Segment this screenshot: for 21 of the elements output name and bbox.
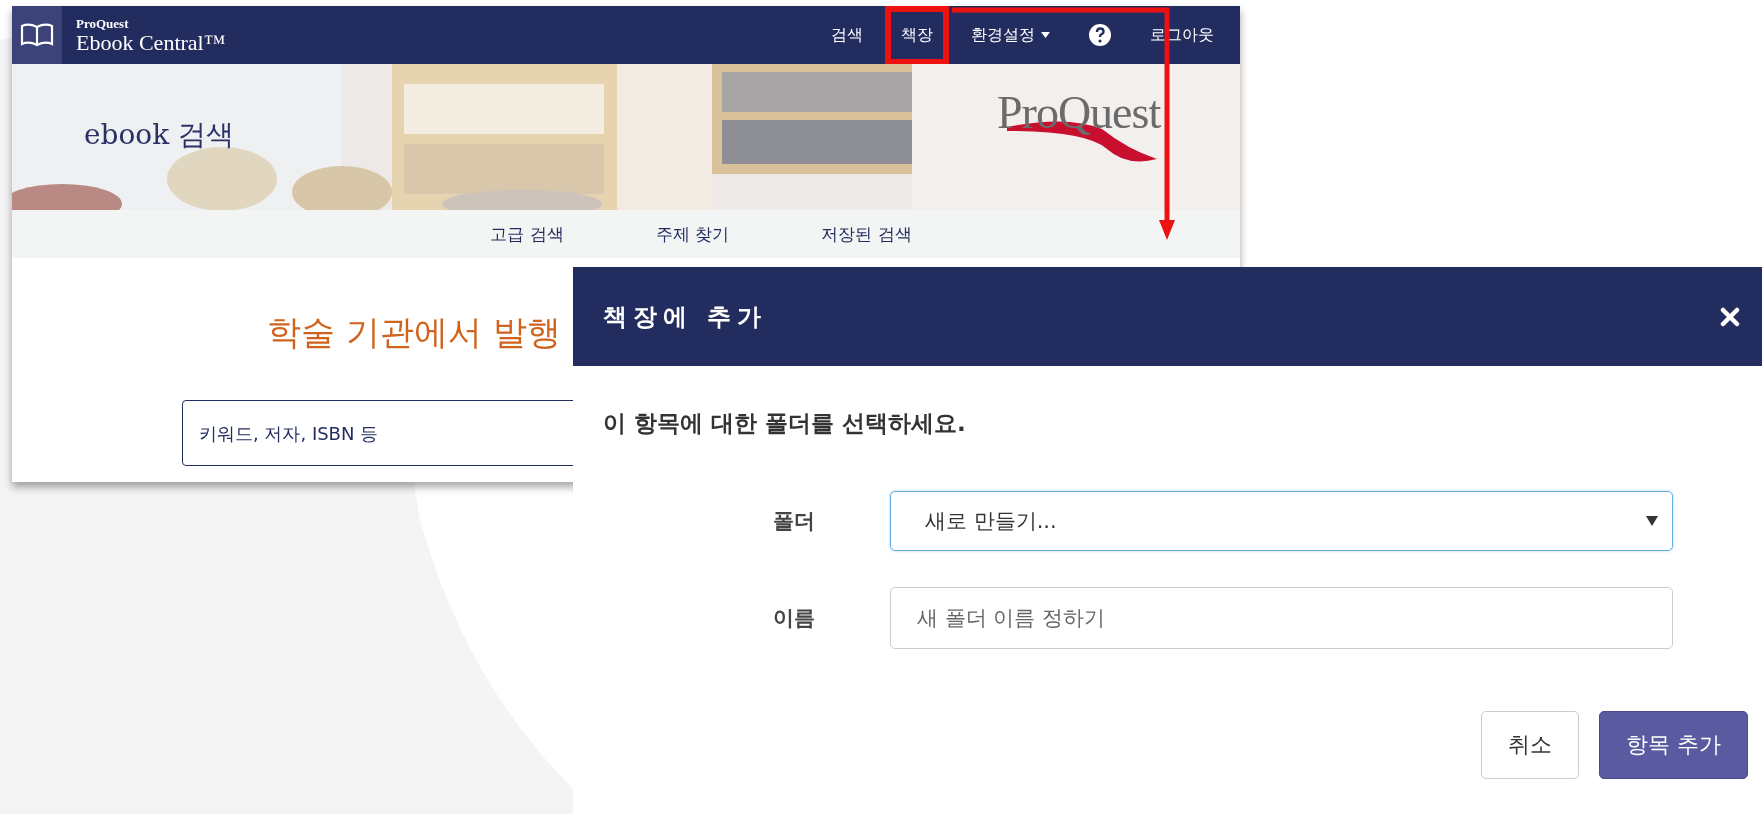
close-icon[interactable]: [1720, 306, 1740, 327]
field-label: 폴더: [772, 508, 816, 535]
headline: 학술 기관에서 발행: [267, 311, 561, 354]
book-icon: [20, 23, 54, 47]
nav-link[interactable]: 검색: [831, 24, 863, 46]
product-name: Ebook Central™: [76, 31, 226, 54]
caret-icon: [1041, 32, 1050, 38]
help-icon[interactable]: [1088, 23, 1112, 47]
subnav-link[interactable]: 저장된 검색: [821, 222, 912, 246]
name-field[interactable]: 새 폴더 이름 정하기: [890, 587, 1673, 649]
field-label: 이름: [772, 605, 816, 632]
subnav-link[interactable]: 주제 찾기: [655, 222, 730, 246]
banner-title: ebook 검색: [84, 117, 235, 153]
nav-menu[interactable]: 환경설정: [971, 24, 1050, 46]
brand-name: ProQuest: [76, 16, 130, 30]
subnav-link[interactable]: 고급 검색: [490, 222, 564, 246]
dialog-title: 책장에 추가: [603, 301, 768, 333]
cancel-button[interactable]: 취소: [1481, 711, 1579, 779]
add-button[interactable]: 항목 추가: [1599, 711, 1748, 779]
caret-icon: [1646, 516, 1658, 526]
folder-dropdown[interactable]: 새로 만들기...: [890, 491, 1673, 551]
